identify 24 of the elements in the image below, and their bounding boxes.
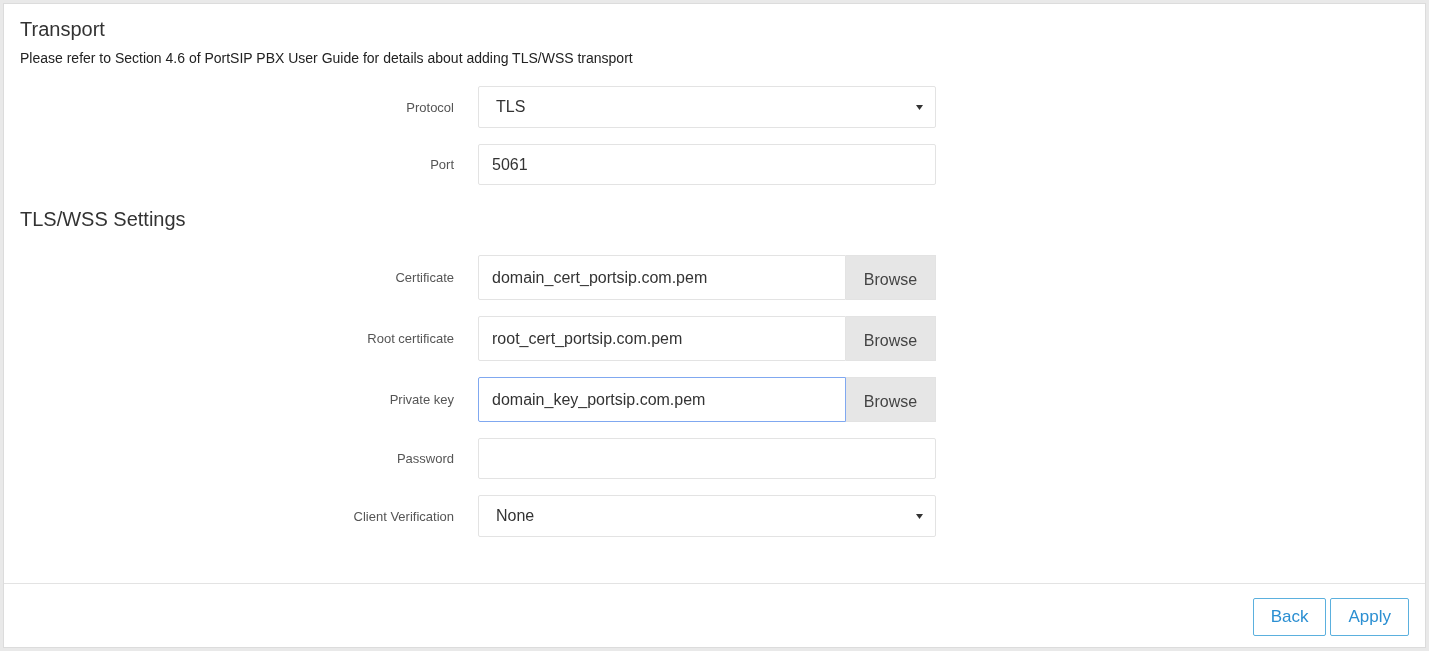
field-label: Root certificate [366,331,455,346]
dropdown-field[interactable]: None [478,495,936,537]
section-title: Transport [20,17,106,41]
footer-button[interactable]: Back [1252,598,1327,636]
field-label: Client Verification [352,508,455,524]
input-field[interactable]: 5061 [478,144,936,185]
field-label: Protocol [405,99,455,115]
file-path-field[interactable]: domain_cert_portsip.com.pem [478,255,846,300]
file-path-field[interactable]: domain_key_portsip.com.pem [478,377,846,422]
browse-button[interactable]: Browse [846,377,936,422]
caret-icon [916,513,923,519]
section-title: TLS/WSS Settings [20,207,187,231]
field-label: Certificate [394,270,455,285]
browse-button[interactable]: Browse [846,255,936,300]
field-label: Port [429,157,455,172]
field-label: Password [395,451,455,466]
input-field[interactable] [478,438,936,479]
browse-button[interactable]: Browse [846,316,936,361]
field-label: Private key [388,392,455,407]
help-text: Please refer to Section 4.6 of PortSIP PBX User Guide for details about adding TLS/WSS transport [20,50,634,66]
caret-icon [916,104,923,110]
footer-button[interactable]: Apply [1330,598,1409,636]
dropdown-field[interactable]: TLS [478,86,936,128]
file-path-field[interactable]: root_cert_portsip.com.pem [478,316,846,361]
